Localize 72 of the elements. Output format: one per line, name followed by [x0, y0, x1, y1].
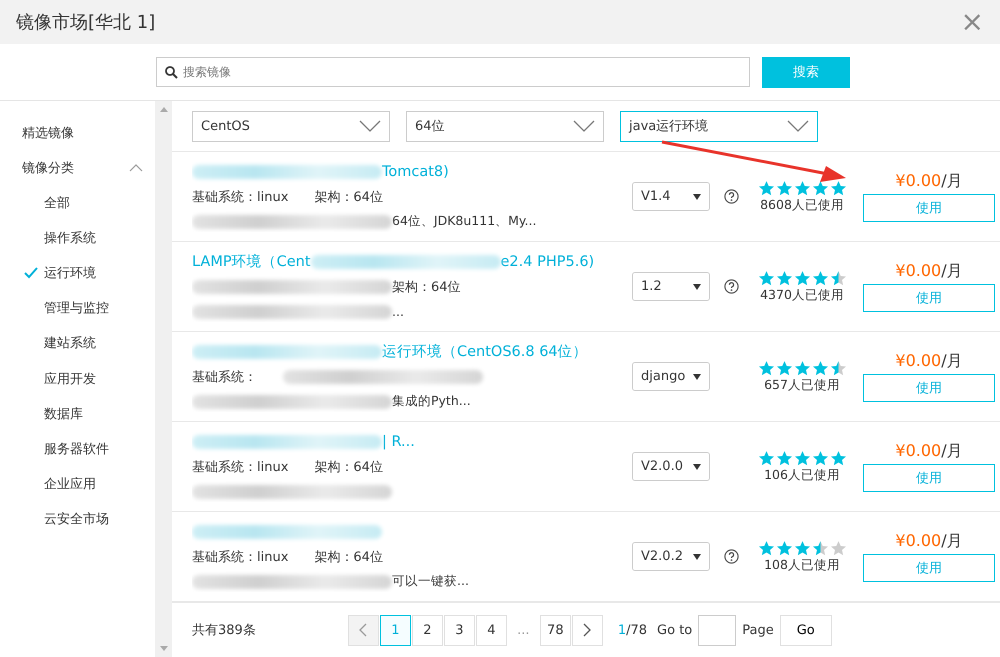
sidebar-item[interactable]: 镜像分类 — [0, 150, 155, 185]
price: ¥0.00/月 — [895, 351, 963, 372]
sidebar-subitem[interactable]: 运行环境 — [0, 255, 155, 291]
usage-count: 108人已使用 — [764, 556, 840, 574]
filter-dropdown[interactable]: java运行环境 — [620, 110, 818, 142]
spec-label: 架构：64位 — [314, 188, 383, 206]
price: ¥0.00/月 — [895, 171, 963, 192]
spec-label: 基础系统：linux — [192, 188, 288, 206]
help-icon[interactable] — [724, 279, 739, 294]
sidebar-subitem[interactable]: 云安全市场 — [0, 502, 155, 537]
price: ¥0.00/月 — [895, 531, 963, 552]
filter-dropdown[interactable]: CentOS — [192, 110, 390, 142]
go-button[interactable]: Go — [780, 614, 832, 646]
image-description: 64位、JDK8u111、My... — [392, 213, 536, 230]
caret-icon — [693, 464, 701, 470]
filter-dropdown[interactable]: 64位 — [406, 110, 604, 142]
page-button[interactable]: 2 — [412, 614, 443, 646]
scrollbar[interactable] — [155, 101, 172, 657]
goto-label: Go to — [657, 622, 692, 638]
caret-icon — [693, 194, 701, 200]
page-button[interactable]: 3 — [444, 614, 475, 646]
version-select[interactable]: 1.2 — [632, 272, 710, 301]
usage-count: 657人已使用 — [764, 376, 840, 394]
next-page-button[interactable] — [572, 614, 603, 646]
chevron-down-icon — [573, 120, 595, 132]
image-description: ... — [392, 304, 404, 319]
spec-label: 基础系统：linux — [192, 458, 288, 476]
page-button[interactable]: 4 — [476, 614, 507, 646]
spec-label: 架构：64位 — [314, 458, 383, 476]
spec-label: 基础系统： — [192, 368, 257, 386]
spec-label: 基础系统：linux — [192, 548, 288, 566]
sidebar-subitem[interactable]: 管理与监控 — [0, 290, 155, 326]
chevron-down-icon — [359, 120, 381, 132]
page-button[interactable]: 78 — [540, 614, 571, 646]
usage-count: 4370人已使用 — [760, 286, 844, 304]
total-count: 共有389条 — [192, 622, 256, 639]
sidebar-subitem[interactable]: 全部 — [0, 185, 155, 220]
version-select[interactable]: V2.0.2 — [632, 542, 710, 571]
spec-label: 架构：64位 — [314, 548, 383, 566]
sidebar-subitem[interactable]: 数据库 — [0, 396, 155, 432]
page-label: Page — [742, 622, 774, 638]
chevron-left-icon — [359, 623, 368, 637]
price: ¥0.00/月 — [895, 441, 963, 462]
search-field[interactable]: 搜索镜像 — [156, 57, 750, 87]
previous-page-button[interactable] — [348, 614, 379, 646]
sidebar-subitem[interactable]: 服务器软件 — [0, 431, 155, 466]
scroll-up-icon[interactable] — [160, 107, 168, 112]
chevron-right-icon — [583, 623, 592, 637]
page-counter: 1/78 — [618, 622, 648, 638]
sidebar-item[interactable]: 精选镜像 — [0, 115, 155, 150]
spec-label: 架构：64位 — [392, 278, 461, 296]
caret-icon — [693, 284, 701, 290]
sidebar-subitem[interactable]: 操作系统 — [0, 220, 155, 256]
window-title: 镜像市场[华北 1] — [16, 11, 156, 34]
usage-count: 106人已使用 — [764, 466, 840, 484]
sidebar-subitem[interactable]: 应用开发 — [0, 360, 155, 396]
caret-icon — [693, 554, 701, 560]
sidebar-subitem[interactable]: 建站系统 — [0, 326, 155, 361]
price: ¥0.00/月 — [895, 261, 963, 282]
image-description: 集成的Pyth... — [392, 393, 471, 410]
usage-count: 8608人已使用 — [760, 196, 844, 214]
scroll-down-icon[interactable] — [160, 646, 168, 651]
help-icon[interactable] — [724, 189, 739, 204]
page-input[interactable] — [698, 614, 736, 646]
caret-icon — [693, 374, 701, 380]
image-description: 可以一键获... — [392, 573, 469, 590]
help-icon[interactable] — [724, 549, 739, 564]
version-select[interactable]: V1.4 — [632, 182, 710, 211]
chevron-down-icon — [787, 120, 809, 132]
version-select[interactable]: django — [632, 362, 710, 391]
sidebar-subitem[interactable]: 企业应用 — [0, 466, 155, 502]
version-select[interactable]: V2.0.0 — [632, 452, 710, 481]
